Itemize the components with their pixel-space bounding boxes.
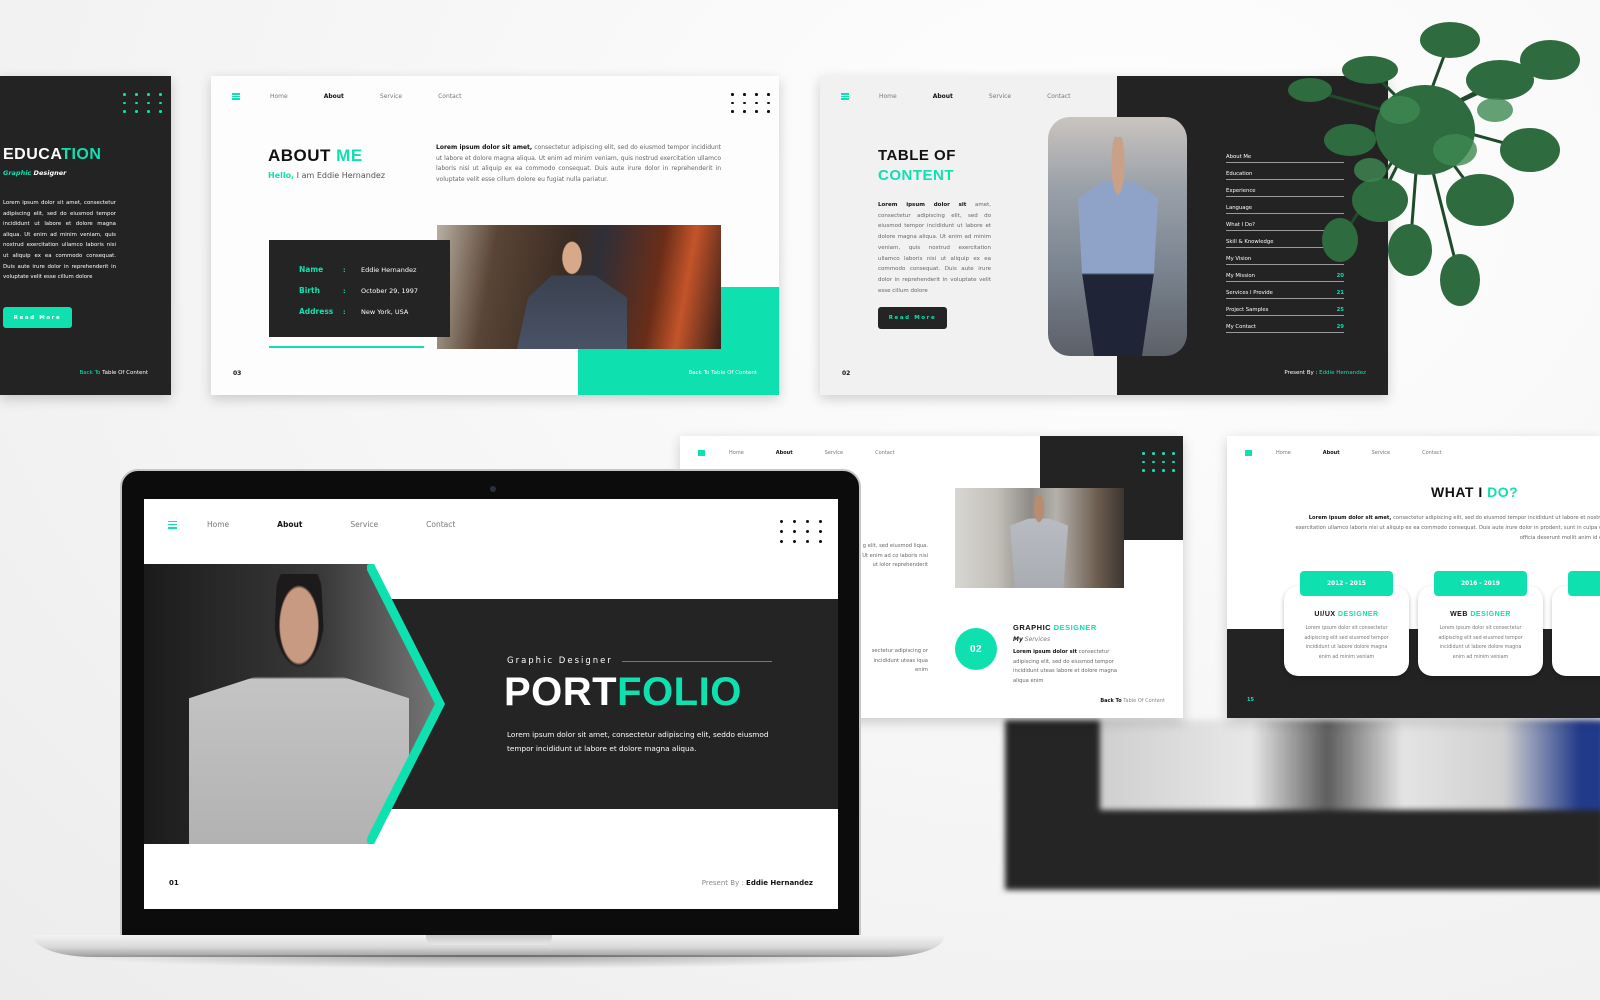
nav-bar: Home About Service Contact xyxy=(232,93,497,100)
nav-item-about[interactable]: About xyxy=(324,93,344,100)
year-badge xyxy=(1568,571,1600,596)
back-to-toc-link[interactable]: Back To Table Of Content xyxy=(79,370,148,376)
card-text: Lorem ipsum dolor sit consectetur adipis… xyxy=(1438,626,1523,660)
slide-subtitle: Graphic Designer xyxy=(3,169,67,177)
nav-item-service[interactable]: Service xyxy=(350,520,378,529)
profile-photo xyxy=(437,225,721,349)
menu-icon[interactable] xyxy=(698,450,705,456)
menu-icon[interactable] xyxy=(1245,450,1252,456)
nav-item-home[interactable]: Home xyxy=(1276,450,1291,456)
nav-bar: Home About Service Contact xyxy=(168,520,503,529)
laptop-shadow xyxy=(60,955,920,969)
page-number: 15 xyxy=(1247,697,1254,703)
card-title: UI/UX DESIGNER xyxy=(1314,611,1379,618)
experience-card: 2012 - 2015 UI/UX DESIGNER Lorem ipsum d… xyxy=(1284,571,1409,676)
info-card: Name: Eddie Hernandez Birth: October 29, 1… xyxy=(269,240,450,337)
dot-grid-decoration xyxy=(123,93,163,113)
body-text: Lorem ipsum dolor sit amet, consectetur … xyxy=(3,200,116,281)
year-badge: 2016 - 2019 xyxy=(1434,571,1527,596)
blurred-photo-strip xyxy=(1100,720,1600,810)
nav-item-service[interactable]: Service xyxy=(989,93,1011,100)
dark-panel xyxy=(1227,629,1600,718)
nav-item-home[interactable]: Home xyxy=(879,93,897,100)
nav-item-home[interactable]: Home xyxy=(270,93,288,100)
nav-item-service[interactable]: Service xyxy=(1372,450,1390,456)
info-row-name: Name: Eddie Hernandez xyxy=(299,265,417,274)
slide-title: WHAT I DO? xyxy=(1431,484,1519,500)
nav-item-about[interactable]: About xyxy=(1323,450,1340,456)
year-badge: 2012 - 2015 xyxy=(1300,571,1393,596)
info-row-address: Address: New York, USA xyxy=(299,307,409,316)
nav-item-contact[interactable]: Contact xyxy=(426,520,455,529)
presenter-credit: Present By : Eddie Hernandez xyxy=(1284,370,1366,376)
what-i-do-slide: Home About Service Contact WHAT I DO? Lo… xyxy=(1227,436,1600,718)
nav-item-about[interactable]: About xyxy=(933,93,953,100)
slide-title: ABOUT ME xyxy=(268,146,363,165)
body-text: Lorem ipsum dolor sit amet, consectetur … xyxy=(436,144,721,183)
nav-item-contact[interactable]: Contact xyxy=(438,93,461,100)
plant-decoration xyxy=(1288,22,1580,306)
experience-card: 2016 - 2019 WEB DESIGNER Lorem ipsum dol… xyxy=(1418,571,1543,676)
slide-title: TABLE OF CONTENT xyxy=(878,147,956,184)
education-slide: EDUCATION Graphic Designer Lorem ipsum d… xyxy=(0,76,171,395)
nav-item-about[interactable]: About xyxy=(776,450,793,456)
laptop-base xyxy=(34,935,944,957)
back-to-toc-link[interactable]: Back To Table Of Content xyxy=(689,370,758,376)
nav-bar: Home About Service Contact xyxy=(1245,450,1478,456)
service-text: Lorem ipsum dolor sit consectetur adipis… xyxy=(1013,649,1118,685)
service-title: GRAPHIC DESIGNER xyxy=(1013,623,1097,632)
page-number: 02 xyxy=(842,370,851,377)
dot-grid-decoration xyxy=(1142,452,1176,472)
slide-title: EDUCATION xyxy=(3,146,102,163)
kicker-line xyxy=(622,661,772,662)
card-text: Lorem ipsum dolor sit consectetur adipis… xyxy=(1304,626,1389,660)
laptop-mockup: Home About Service Contact Graphic Desig… xyxy=(120,469,861,939)
body-text-partial: sectetur adipiscing or incididunt uteas … xyxy=(871,648,928,674)
nav-item-home[interactable]: Home xyxy=(207,520,229,529)
nav-item-contact[interactable]: Contact xyxy=(1047,93,1070,100)
nav-item-service[interactable]: Service xyxy=(825,450,843,456)
nav-item-service[interactable]: Service xyxy=(380,93,402,100)
body-text-partial: g elit, sed eiusmod liqua. Ut enim ad co… xyxy=(862,543,928,569)
accent-divider xyxy=(269,346,424,348)
nav-bar: Home About Service Contact xyxy=(841,93,1106,100)
dot-grid-decoration xyxy=(780,520,823,543)
page-number: 01 xyxy=(169,879,179,887)
service-subtitle: My Services xyxy=(1013,636,1051,643)
body-text: Lorem ipsum dolor sit amet, consectetur … xyxy=(1295,515,1600,541)
menu-icon[interactable] xyxy=(232,93,240,100)
nav-item-about[interactable]: About xyxy=(277,520,302,529)
webcam-icon xyxy=(490,486,496,492)
read-more-button[interactable]: Read More xyxy=(3,307,72,328)
cover-text: Lorem ipsum dolor sit amet, consectetur … xyxy=(507,730,769,753)
nav-item-contact[interactable]: Contact xyxy=(875,450,894,456)
experience-card-partial xyxy=(1552,571,1600,676)
page-number: 03 xyxy=(233,370,242,377)
menu-icon[interactable] xyxy=(168,520,177,529)
body-text: Lorem ipsum dolor sit amet, consectetur … xyxy=(878,202,992,294)
about-me-slide: Home About Service Contact ABOUT ME Hell… xyxy=(211,76,779,395)
service-number-badge: 02 xyxy=(955,628,997,670)
info-row-birth: Birth: October 29, 1997 xyxy=(299,286,419,295)
cover-title: PORTFOLIO xyxy=(504,670,742,714)
service-photo xyxy=(955,488,1124,588)
blurred-slide xyxy=(1005,720,1600,890)
read-more-button[interactable]: Read More xyxy=(878,307,947,329)
dot-grid-decoration xyxy=(731,93,771,113)
profile-photo xyxy=(1048,117,1187,356)
nav-bar: Home About Service Contact xyxy=(698,450,931,456)
nav-item-contact[interactable]: Contact xyxy=(1422,450,1441,456)
menu-icon[interactable] xyxy=(841,93,849,100)
card-title: WEB DESIGNER xyxy=(1450,611,1511,618)
laptop-notch xyxy=(426,935,552,945)
portfolio-cover-slide: Home About Service Contact Graphic Desig… xyxy=(144,499,838,909)
chevron-decoration xyxy=(367,564,446,844)
nav-item-home[interactable]: Home xyxy=(729,450,744,456)
back-to-toc-link[interactable]: Back To Table Of Content xyxy=(1100,698,1165,704)
greeting: Hello, I am Eddie Hernandez xyxy=(268,171,386,180)
cover-kicker: Graphic Designer xyxy=(507,656,613,666)
presenter-credit: Present By : Eddie Hernandez xyxy=(701,879,813,887)
